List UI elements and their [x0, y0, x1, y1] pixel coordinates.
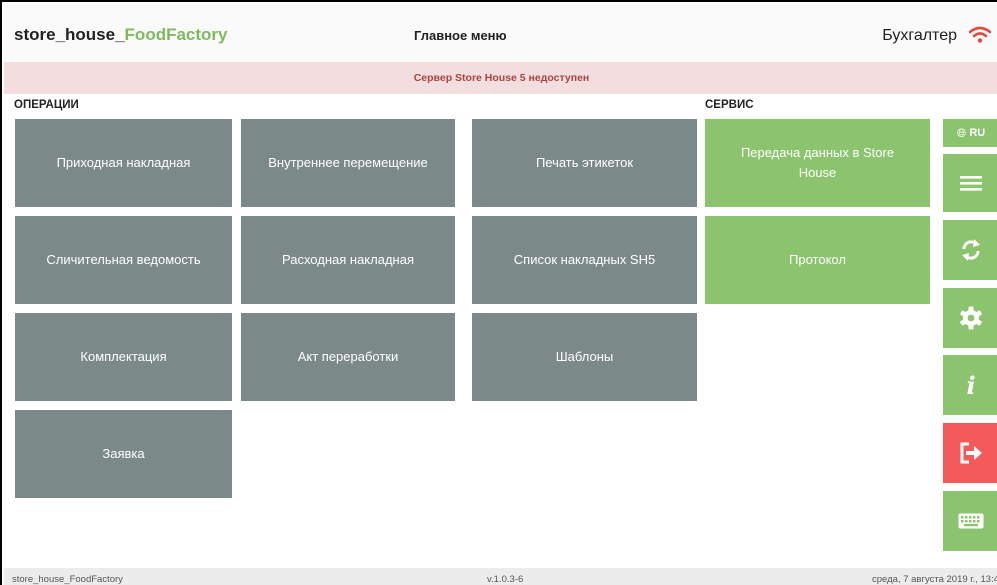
tile-outgoing-invoice[interactable]: Расходная накладная [241, 216, 455, 304]
page-title: Главное меню [414, 28, 507, 43]
sync-button[interactable] [943, 220, 997, 280]
tile-assembly[interactable]: Комплектация [15, 313, 232, 401]
tile-request[interactable]: Заявка [15, 410, 232, 498]
footer-datetime: среда, 7 августа 2019 г., 13:4 [872, 574, 997, 585]
info-icon: i [966, 370, 976, 400]
gear-icon [960, 306, 982, 330]
app-title-prefix: store_house_ [14, 25, 125, 44]
section-operations: ОПЕРАЦИИ [14, 99, 79, 111]
footer-app-name: store_house_FoodFactory [12, 574, 123, 585]
language-button[interactable]: 🌐︎ RU [943, 119, 997, 147]
menu-icon [960, 176, 982, 191]
section-service: СЕРВИС [705, 99, 754, 111]
app-title: store_house_FoodFactory [14, 4, 228, 62]
app-title-accent: FoodFactory [124, 25, 228, 44]
status-bar: store_house_FoodFactory v.1.0.3-6 среда,… [4, 568, 997, 585]
keyboard-icon [958, 513, 984, 529]
tile-comparison-sheet[interactable]: Сличительная ведомость [15, 216, 232, 304]
server-alert: Сервер Store House 5 недоступен [4, 62, 997, 94]
tile-sh5-invoices-list[interactable]: Список накладных SH5 [472, 216, 697, 304]
tile-internal-transfer[interactable]: Внутреннее перемещение [241, 119, 455, 207]
language-label: RU [969, 127, 986, 139]
menu-button[interactable] [943, 154, 997, 212]
tile-transfer-to-store-house[interactable]: Передача данных в Store House [705, 119, 930, 207]
settings-button[interactable] [943, 288, 997, 348]
logout-icon [960, 442, 982, 464]
info-button[interactable]: i [943, 355, 997, 415]
server-alert-text: Сервер Store House 5 недоступен [413, 72, 590, 84]
tile-protocol[interactable]: Протокол [705, 216, 930, 304]
logout-button[interactable] [943, 423, 997, 483]
tile-templates[interactable]: Шаблоны [472, 313, 697, 401]
keyboard-button[interactable] [943, 491, 997, 551]
tile-print-labels[interactable]: Печать этикеток [472, 119, 697, 207]
tile-incoming-invoice[interactable]: Приходная накладная [15, 119, 232, 207]
sync-icon [962, 239, 980, 261]
header: store_house_FoodFactory Главное меню Бух… [4, 4, 997, 62]
app-window: store_house_FoodFactory Главное меню Бух… [0, 0, 997, 585]
wifi-icon [969, 26, 991, 43]
tile-processing-act[interactable]: Акт переработки [241, 313, 455, 401]
user-role[interactable]: Бухгалтер [882, 4, 957, 62]
footer-version: v.1.0.3-6 [487, 574, 524, 585]
globe-icon: 🌐︎ [956, 125, 967, 140]
